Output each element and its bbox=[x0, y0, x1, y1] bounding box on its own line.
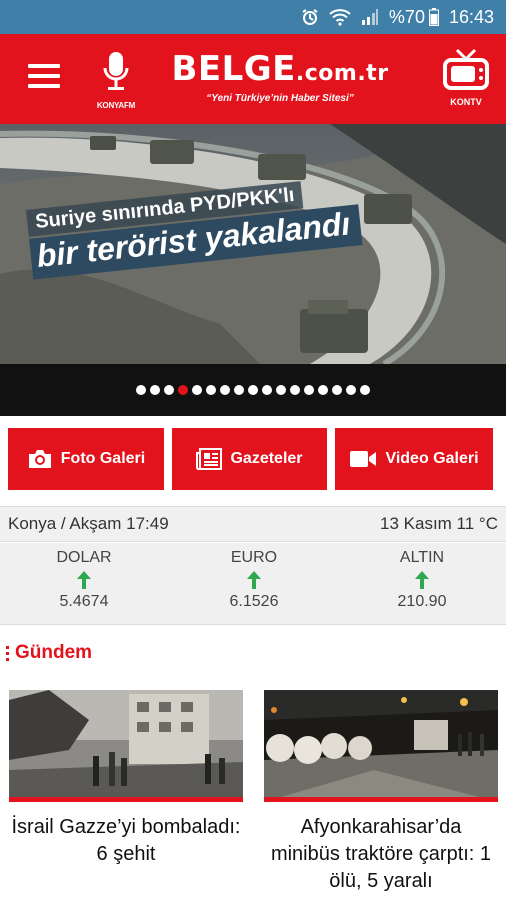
tv-icon bbox=[443, 48, 489, 90]
radio-label: KONYAFM bbox=[96, 101, 136, 110]
slider-dot[interactable] bbox=[150, 385, 160, 395]
newspaper-icon bbox=[196, 448, 223, 470]
logo-slogan: “Yeni Türkiye’nin Haber Sitesi” bbox=[206, 93, 354, 104]
video-camera-icon bbox=[350, 451, 377, 467]
arrow-up-icon bbox=[362, 569, 482, 591]
slider-dot-active[interactable] bbox=[178, 385, 188, 395]
signal-icon bbox=[361, 8, 379, 26]
section-title-text: Gündem bbox=[15, 642, 93, 663]
quick-links: Foto Galeri Gazeteler Video Galeri bbox=[0, 428, 506, 492]
slider-dot[interactable] bbox=[290, 385, 300, 395]
hamburger-line bbox=[28, 84, 60, 88]
video-gallery-label: Video Galeri bbox=[385, 450, 479, 467]
slider-dot[interactable] bbox=[164, 385, 174, 395]
alarm-icon bbox=[301, 8, 319, 26]
city-info-bar: Konya / Akşam 17:49 13 Kasım 11 °C bbox=[0, 506, 506, 542]
currency-value: 6.1526 bbox=[229, 593, 279, 610]
app-header: KONYAFM BELGE.com.tr “Yeni Türkiye’nin H… bbox=[0, 34, 506, 124]
currency-name: EURO bbox=[230, 549, 278, 566]
slider-dot[interactable] bbox=[234, 385, 244, 395]
slider-dot[interactable] bbox=[262, 385, 272, 395]
slider-dot[interactable] bbox=[136, 385, 146, 395]
slider-dot[interactable] bbox=[248, 385, 258, 395]
news-card[interactable]: Afyonkarahisar’da minibüs traktöre çarpt… bbox=[264, 690, 498, 895]
section-title[interactable]: Gündem bbox=[6, 642, 92, 664]
currency-panel: DOLAR 5.4674 EURO 6.1526 ALTIN 210.90 bbox=[0, 543, 506, 625]
site-logo[interactable]: BELGE.com.tr “Yeni Türkiye’nin Haber Sit… bbox=[170, 52, 390, 104]
slider-dot[interactable] bbox=[318, 385, 328, 395]
tv-label: KONTV bbox=[450, 97, 482, 107]
logo-brand-name: BELGE bbox=[171, 49, 296, 89]
video-gallery-button[interactable]: Video Galeri bbox=[335, 428, 493, 490]
radio-button[interactable]: KONYAFM bbox=[92, 50, 140, 110]
news-thumbnail bbox=[264, 690, 498, 802]
status-bar: %70 16:43 bbox=[0, 0, 506, 34]
slider-pagination bbox=[0, 364, 506, 416]
slider-dot[interactable] bbox=[346, 385, 356, 395]
slider-dot[interactable] bbox=[192, 385, 202, 395]
logo-wordmark: BELGE.com.tr bbox=[170, 52, 390, 91]
menu-button[interactable] bbox=[28, 64, 60, 94]
photo-gallery-label: Foto Galeri bbox=[60, 450, 146, 467]
logo-domain: .com.tr bbox=[295, 61, 389, 86]
hamburger-icon bbox=[28, 64, 60, 68]
currency-name: ALTIN bbox=[399, 549, 445, 566]
news-title: Afyonkarahisar’da minibüs traktöre çarpt… bbox=[270, 816, 492, 892]
currency-euro: EURO 6.1526 bbox=[194, 549, 314, 611]
slider-dot[interactable] bbox=[360, 385, 370, 395]
newspapers-button[interactable]: Gazeteler bbox=[172, 428, 327, 490]
news-title: İsrail Gazze’yi bombaladı: 6 şehit bbox=[11, 816, 241, 865]
city-prayer-time[interactable]: Konya / Akşam 17:49 bbox=[8, 514, 169, 534]
currency-value: 5.4674 bbox=[59, 593, 109, 610]
newspapers-label: Gazeteler bbox=[230, 450, 303, 467]
currency-name: DOLAR bbox=[56, 549, 112, 566]
date-temperature: 13 Kasım 11 °C bbox=[380, 514, 498, 533]
arrow-up-icon bbox=[24, 569, 144, 591]
slider-dot[interactable] bbox=[220, 385, 230, 395]
slider-dot[interactable] bbox=[276, 385, 286, 395]
battery-icon bbox=[428, 8, 439, 26]
slider-dot[interactable] bbox=[332, 385, 342, 395]
news-thumbnail bbox=[9, 690, 243, 802]
hero-slide[interactable]: Suriye sınırında PYD/PKK'lı bir terörist… bbox=[0, 124, 506, 364]
clock: 16:43 bbox=[448, 6, 494, 27]
currency-dollar: DOLAR 5.4674 bbox=[24, 549, 144, 611]
vertical-dots-icon bbox=[6, 645, 9, 661]
slider-dot[interactable] bbox=[206, 385, 216, 395]
currency-value: 210.90 bbox=[397, 593, 447, 610]
tv-button[interactable]: KONTV bbox=[440, 48, 492, 112]
hamburger-line bbox=[28, 74, 60, 78]
currency-gold: ALTIN 210.90 bbox=[362, 549, 482, 611]
slider-dot[interactable] bbox=[304, 385, 314, 395]
wifi-icon bbox=[329, 8, 351, 26]
news-card[interactable]: İsrail Gazze’yi bombaladı: 6 şehit bbox=[9, 690, 243, 868]
arrow-up-icon bbox=[194, 569, 314, 591]
battery-percent: %70 bbox=[388, 6, 425, 27]
photo-gallery-button[interactable]: Foto Galeri bbox=[8, 428, 164, 490]
camera-icon bbox=[28, 450, 51, 468]
microphone-icon bbox=[103, 52, 129, 90]
